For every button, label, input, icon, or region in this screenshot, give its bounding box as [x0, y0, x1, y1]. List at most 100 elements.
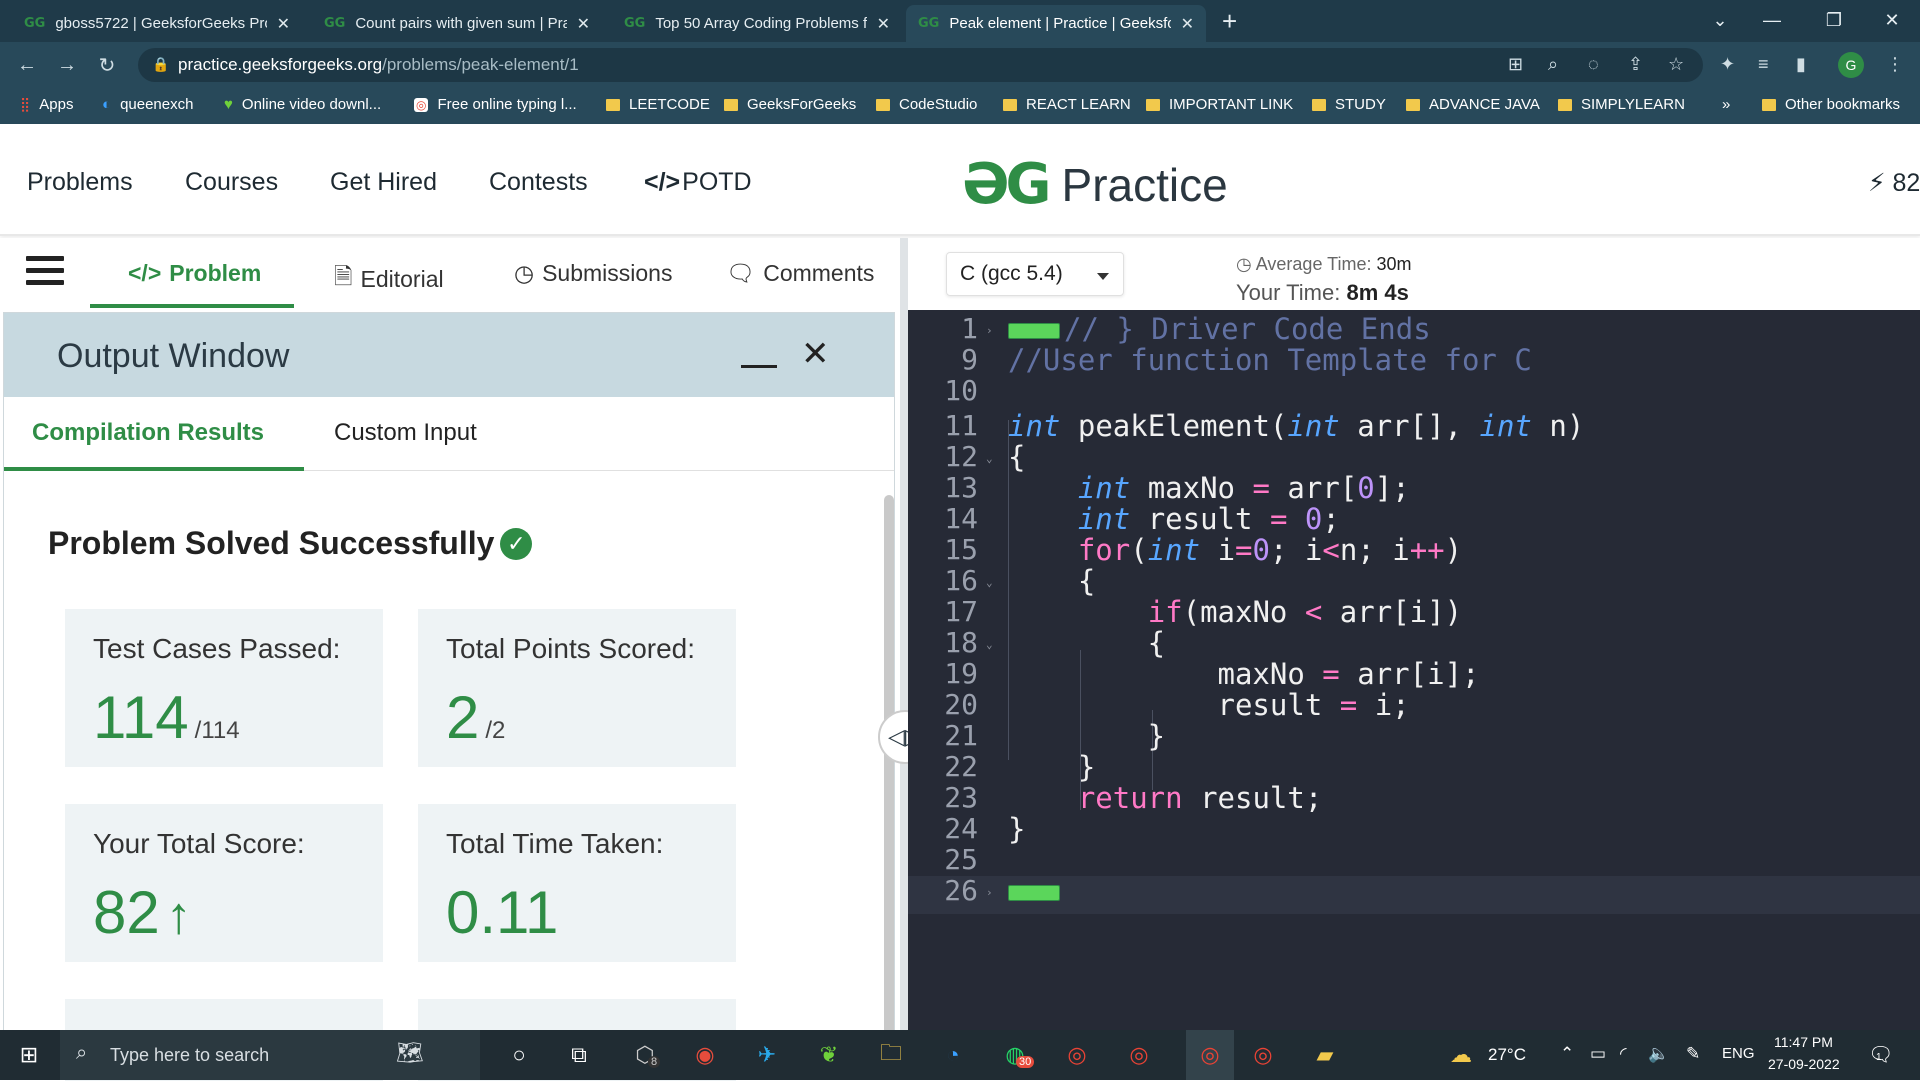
window-close-icon[interactable]: ✕: [1864, 0, 1920, 40]
nav-problems[interactable]: Problems: [27, 168, 133, 197]
scrollbar[interactable]: [884, 495, 894, 1080]
folded-code-marker[interactable]: [1008, 885, 1060, 901]
cortana-icon[interactable]: ○: [504, 1040, 534, 1070]
bookmark-folder[interactable]: SIMPLYLEARN: [1558, 96, 1685, 113]
tab-search-icon[interactable]: ⌄: [1692, 0, 1748, 40]
eye-slash-icon[interactable]: ◌: [1588, 54, 1599, 75]
bookmark-item[interactable]: ◐ queenexch: [102, 96, 193, 113]
bookmark-folder[interactable]: CodeStudio: [876, 96, 977, 113]
task-view-icon[interactable]: ⧉: [564, 1040, 594, 1070]
bookmark-folder[interactable]: REACT LEARN: [1003, 96, 1131, 113]
tab-submissions[interactable]: ◷ Submissions: [514, 260, 672, 287]
close-icon[interactable]: ✕: [877, 14, 890, 34]
bookmark-folder[interactable]: IMPORTANT LINK: [1146, 96, 1293, 113]
sticky-notes-icon[interactable]: ▰: [1310, 1040, 1340, 1070]
bookmark-item[interactable]: ♥ Online video downl...: [224, 96, 381, 113]
other-bookmarks[interactable]: Other bookmarks: [1762, 96, 1900, 113]
code-line[interactable]: {: [1008, 626, 1165, 660]
code-line[interactable]: [1008, 874, 1064, 908]
new-tab-button[interactable]: +: [1222, 6, 1237, 37]
close-icon[interactable]: ✕: [1181, 14, 1194, 34]
fold-toggle-icon[interactable]: ›: [986, 886, 993, 899]
browser-tab[interactable]: GG Count pairs with given sum | Prac ✕: [312, 5, 602, 42]
code-line[interactable]: return result;: [1008, 781, 1322, 815]
chrome-icon[interactable]: ◎: [1124, 1040, 1154, 1070]
nav-courses[interactable]: Courses: [185, 168, 278, 197]
app-icon[interactable]: ◉: [690, 1040, 720, 1070]
code-line[interactable]: for(int i=0; i<n; i++): [1008, 533, 1462, 567]
kebab-menu-icon[interactable]: ⋮: [1886, 54, 1904, 75]
telegram-icon[interactable]: ✈: [752, 1040, 782, 1070]
code-line[interactable]: //User function Template for C: [1008, 343, 1532, 377]
code-editor[interactable]: 1 › // } Driver Code Ends 9 //User function …: [908, 310, 1920, 1030]
minimize-output-button[interactable]: [741, 365, 777, 368]
code-line[interactable]: }: [1008, 750, 1095, 784]
side-panel-icon[interactable]: ▮: [1796, 54, 1806, 75]
whatsapp-icon[interactable]: ◍ 30: [1000, 1040, 1035, 1070]
weather-icon[interactable]: ☁: [1450, 1042, 1472, 1068]
url-input[interactable]: 🔒 practice.geeksforgeeks.org/problems/pe…: [138, 48, 1703, 82]
clock-date[interactable]: 27-09-2022: [1768, 1056, 1840, 1072]
tab-comments[interactable]: 🗨 Comments: [726, 260, 874, 287]
wifi-icon[interactable]: ◜: [1620, 1044, 1627, 1064]
hamburger-menu-icon[interactable]: [26, 256, 64, 288]
tab-problem[interactable]: </> Problem: [128, 260, 261, 287]
code-line[interactable]: // } Driver Code Ends: [1008, 312, 1431, 346]
gfg-logo[interactable]: ƏG Practice: [962, 152, 1228, 217]
nav-contests[interactable]: Contests: [489, 168, 588, 197]
bookmark-folder[interactable]: LEETCODE: [606, 96, 710, 113]
bookmark-folder[interactable]: STUDY: [1312, 96, 1386, 113]
back-icon[interactable]: ←: [12, 50, 42, 80]
forward-icon[interactable]: →: [52, 50, 82, 80]
minimize-icon[interactable]: —: [1744, 0, 1800, 40]
code-line[interactable]: int peakElement(int arr[], int n): [1008, 409, 1584, 443]
weather-text[interactable]: 27°C: [1488, 1045, 1526, 1065]
file-explorer-icon[interactable]: 🗀: [876, 1040, 906, 1070]
tab-editorial[interactable]: 🗎 Editorial: [334, 260, 444, 299]
streak-score[interactable]: ⚡ 82: [1868, 168, 1920, 198]
language-select[interactable]: C (gcc 5.4): [946, 252, 1124, 296]
fold-toggle-icon[interactable]: ›: [986, 324, 993, 337]
fold-toggle-icon[interactable]: ⌄: [986, 638, 993, 651]
chrome-icon[interactable]: ◎: [1062, 1040, 1092, 1070]
reload-icon[interactable]: ↻: [92, 50, 122, 80]
translate-icon[interactable]: ⊞: [1508, 54, 1523, 75]
bookmark-folder[interactable]: ADVANCE JAVA: [1406, 96, 1540, 113]
extensions-icon[interactable]: ✦: [1720, 54, 1735, 75]
chevron-up-icon[interactable]: ⌃: [1560, 1044, 1574, 1064]
fold-toggle-icon[interactable]: ⌄: [986, 576, 993, 589]
edge-icon[interactable]: ◔: [938, 1040, 968, 1070]
taskbar-search[interactable]: ⌕ Type here to search 🗺: [60, 1030, 480, 1080]
close-icon[interactable]: ✕: [577, 14, 590, 34]
folded-code-marker[interactable]: [1008, 323, 1060, 339]
code-line[interactable]: maxNo = arr[i];: [1008, 657, 1480, 691]
code-line[interactable]: {: [1008, 440, 1025, 474]
share-icon[interactable]: ⇪: [1628, 54, 1643, 75]
restore-icon[interactable]: ❐: [1806, 0, 1862, 40]
media-icon[interactable]: ≡: [1758, 54, 1769, 75]
bookmark-folder[interactable]: GeeksForGeeks: [724, 96, 856, 113]
app-icon[interactable]: ⬡ 8: [630, 1040, 661, 1070]
chrome-icon[interactable]: ◎: [1186, 1030, 1234, 1080]
clock-time[interactable]: 11:47 PM: [1774, 1034, 1833, 1050]
code-line[interactable]: int result = 0;: [1008, 502, 1340, 536]
star-icon[interactable]: ☆: [1668, 54, 1684, 75]
code-line[interactable]: {: [1008, 564, 1095, 598]
close-icon[interactable]: ✕: [277, 14, 290, 34]
code-line[interactable]: }: [1008, 719, 1165, 753]
browser-tab-active[interactable]: GG Peak element | Practice | Geeksfo ✕: [906, 5, 1206, 42]
browser-tab[interactable]: GG gboss5722 | GeeksforGeeks Profi ✕: [12, 5, 302, 42]
code-line[interactable]: int maxNo = arr[0];: [1008, 471, 1410, 505]
pen-icon[interactable]: ✎: [1686, 1044, 1700, 1064]
volume-icon[interactable]: 🔈: [1648, 1044, 1669, 1064]
browser-tab[interactable]: GG Top 50 Array Coding Problems fo ✕: [612, 5, 902, 42]
battery-icon[interactable]: ▭: [1590, 1044, 1606, 1064]
nav-get-hired[interactable]: Get Hired: [330, 168, 437, 197]
language-indicator[interactable]: ENG: [1722, 1045, 1755, 1062]
nav-potd[interactable]: </> POTD: [644, 168, 752, 197]
code-line[interactable]: }: [1008, 812, 1025, 846]
tab-custom-input[interactable]: Custom Input: [334, 419, 477, 447]
code-line[interactable]: result = i;: [1008, 688, 1410, 722]
windows-start-icon[interactable]: ⊞: [14, 1040, 44, 1070]
app-icon[interactable]: ❦: [814, 1040, 844, 1070]
